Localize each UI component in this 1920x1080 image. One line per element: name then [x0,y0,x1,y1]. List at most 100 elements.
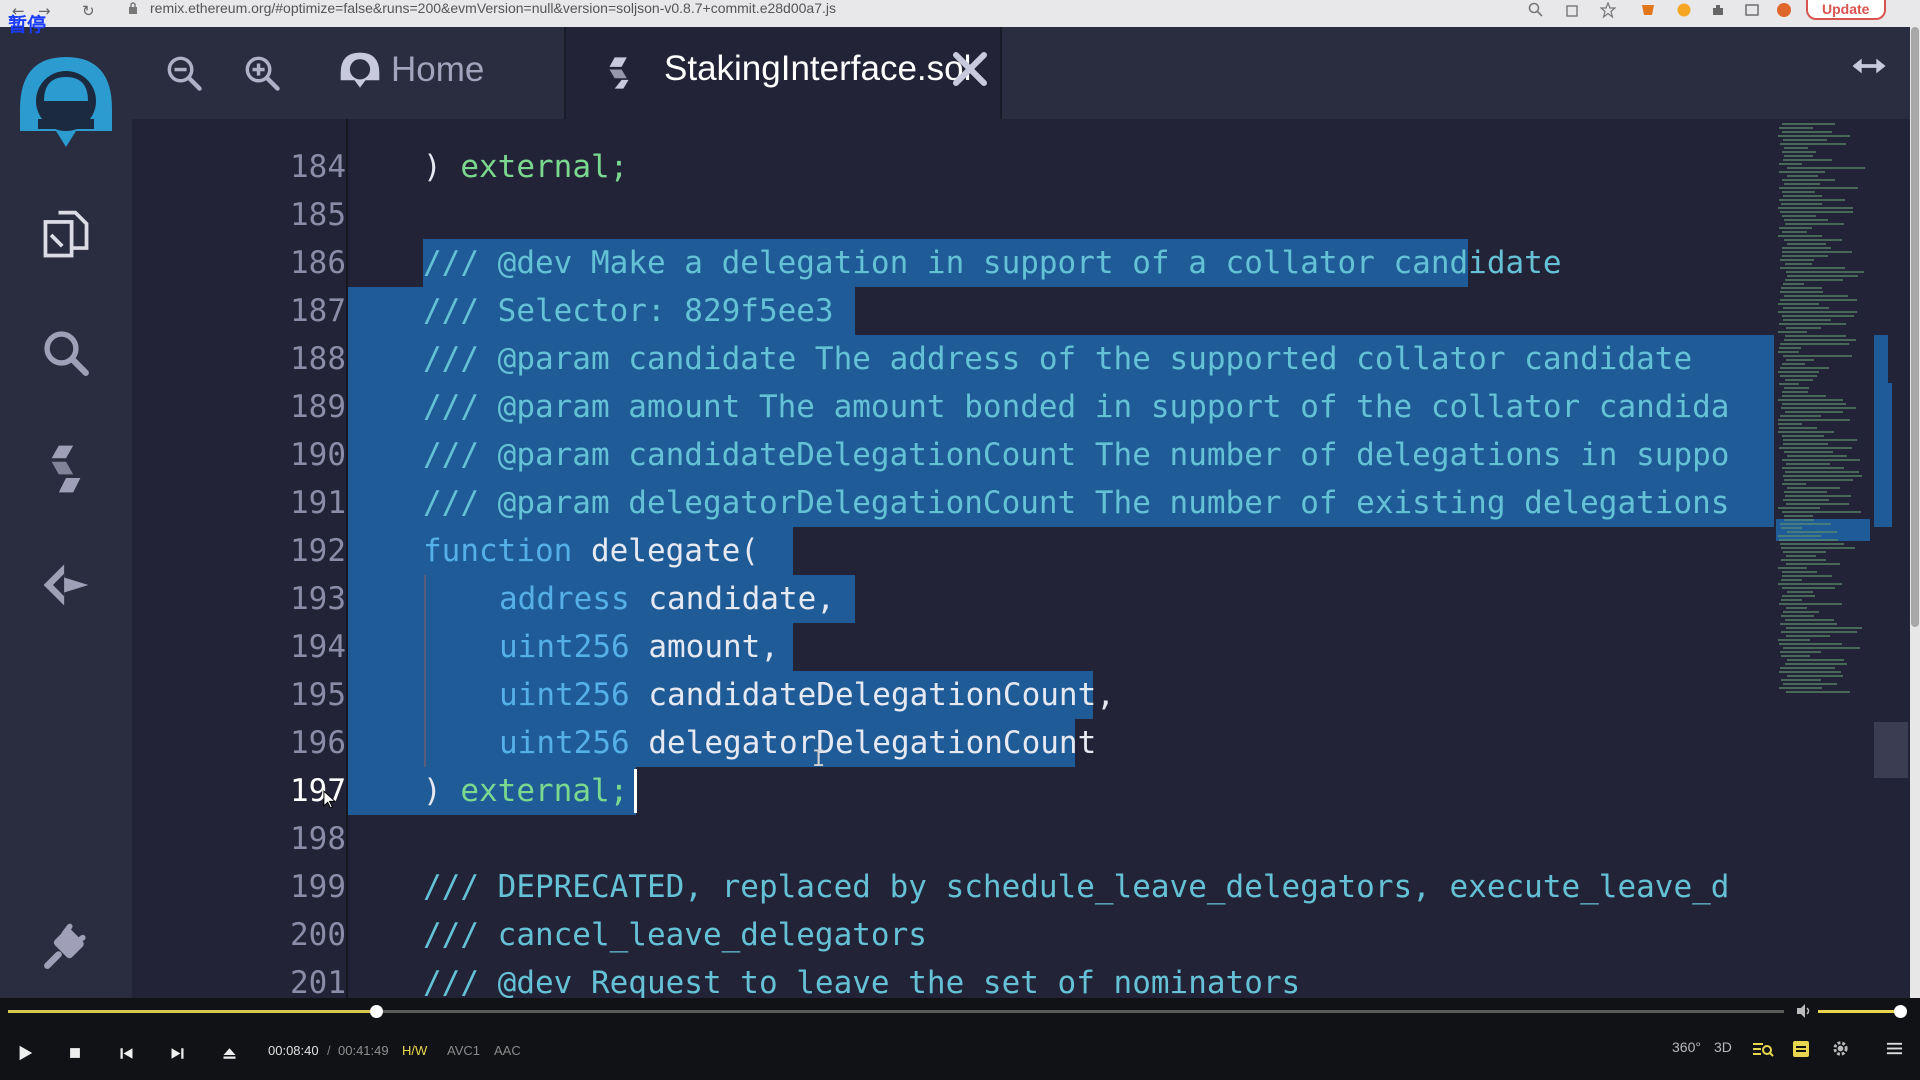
browser-toolbar: ← → ↻ remix.ethereum.org/#optimize=false… [0,0,1920,27]
page-scrollbar[interactable] [1910,27,1920,998]
solidity-file-icon [609,57,629,89]
minimap-line [1779,323,1846,325]
code-line: /// Selector: 829f5ee3 [423,293,834,329]
lock-icon [129,2,137,14]
minimap-line [1781,615,1814,617]
minimap-line [1782,483,1806,485]
window-icon[interactable] [1744,2,1760,18]
extensions-puzzle-icon[interactable] [1710,2,1726,18]
next-button[interactable] [164,1040,190,1066]
minimap-line [1783,475,1862,477]
minimap-line [1779,427,1817,429]
extension-icon[interactable] [1676,2,1692,18]
menu-icon[interactable] [1886,1040,1903,1057]
minimap-line [1785,335,1846,337]
minimap-line [1778,419,1850,421]
volume-slider[interactable] [1818,1010,1900,1013]
share-icon[interactable] [1564,2,1580,18]
seek-handle[interactable] [369,1005,383,1018]
reload-icon[interactable]: ↻ [82,2,95,20]
minimap[interactable] [1774,119,1874,699]
deploy-run-icon[interactable] [36,555,96,615]
expand-panel-icon[interactable] [1850,55,1888,77]
minimap-line [1785,471,1859,473]
minimap-line [1782,575,1832,577]
seek-bar[interactable] [8,1005,1784,1018]
play-button[interactable] [12,1040,38,1066]
current-time: 00:08:40 [268,1043,319,1058]
subtitle-icon[interactable] [1792,1040,1810,1058]
line-number: 185 [290,197,346,233]
tab-home[interactable]: Home [327,27,557,119]
audio-codec-badge: AAC [494,1043,521,1058]
minimap-line [1785,411,1843,413]
editor-scrollbar-thumb[interactable] [1874,722,1908,778]
minimap-line [1787,243,1826,245]
minimap-line [1778,583,1842,585]
bookmark-star-icon[interactable] [1600,2,1616,18]
line-number: 189 [290,389,346,425]
minimap-line [1786,555,1816,557]
remix-ide: Home StakingInterface.sol 184 185 186 187 18… [0,27,1910,998]
minimap-line [1779,383,1799,385]
minimap-line [1778,535,1821,537]
minimap-line [1787,531,1837,533]
update-button[interactable]: Update [1806,0,1886,20]
playlist-search-icon[interactable] [1752,1040,1774,1058]
stop-button[interactable] [62,1040,88,1066]
page-scrollbar-thumb[interactable] [1911,27,1919,627]
line-number: 201 [290,965,346,998]
skip-previous-icon [120,1047,132,1059]
minimap-line [1778,135,1850,137]
code-line: uint256 candidateDelegationCount, [499,677,1115,713]
code-line: /// @param delegatorDelegationCount The … [423,485,1730,521]
minimap-line [1785,619,1834,621]
minimap-line [1784,219,1828,221]
zoom-out-button[interactable] [162,51,206,95]
solidity-compiler-icon[interactable] [36,439,96,499]
file-explorer-icon[interactable] [36,205,96,265]
remix-logo[interactable] [10,49,122,174]
remix-home-icon [340,52,380,88]
search-icon[interactable] [36,323,96,383]
zoom-icon[interactable] [1528,2,1544,18]
code-editor[interactable]: 184 185 186 187 188 189 190 191 192 193 194 195 196 1… [132,119,1892,998]
minimap-line [1785,263,1812,265]
minimap-line [1780,667,1835,669]
code-area[interactable]: ) external; /// @dev Make a delegation i… [346,119,1892,998]
eject-button[interactable] [216,1040,242,1066]
minimap-line [1782,179,1835,181]
minimap-line [1778,303,1819,305]
close-tab-icon[interactable] [950,49,990,89]
minimap-line [1778,311,1857,313]
address-bar[interactable]: remix.ethereum.org/#optimize=false&runs=… [150,0,836,16]
zoom-in-button[interactable] [240,51,284,95]
minimap-line [1784,155,1813,157]
volume-handle[interactable] [1894,1005,1907,1018]
vr-360-button[interactable]: 360° [1672,1039,1701,1055]
previous-button[interactable] [113,1040,139,1066]
minimap-line [1779,227,1812,229]
line-number: 194 [290,629,346,665]
metamask-extension-icon[interactable] [1640,2,1656,18]
zoom-out-icon [167,56,202,91]
settings-gear-icon[interactable] [1831,1039,1850,1058]
minimap-line [1783,499,1829,501]
tab-staking-interface[interactable]: StakingInterface.sol [564,27,1002,119]
minimap-line [1781,559,1826,561]
profile-avatar[interactable] [1776,2,1792,18]
minimap-line [1782,251,1852,253]
code-line: uint256 delegatorDelegationCount [499,725,1097,761]
volume-icon[interactable] [1796,1003,1812,1019]
minimap-line [1782,595,1815,597]
code-line: /// @dev Make a delegation in support of… [423,245,1562,281]
minimap-line [1779,643,1842,645]
minimap-line [1781,579,1802,581]
stereo-3d-button[interactable]: 3D [1714,1039,1732,1055]
plugin-manager-icon[interactable] [36,917,96,977]
minimap-line [1783,319,1831,321]
minimap-line [1778,351,1799,353]
line-number: 187 [290,293,346,329]
code-line: /// @dev Request to leave the set of nom… [423,965,1301,998]
minimap-line [1787,455,1847,457]
